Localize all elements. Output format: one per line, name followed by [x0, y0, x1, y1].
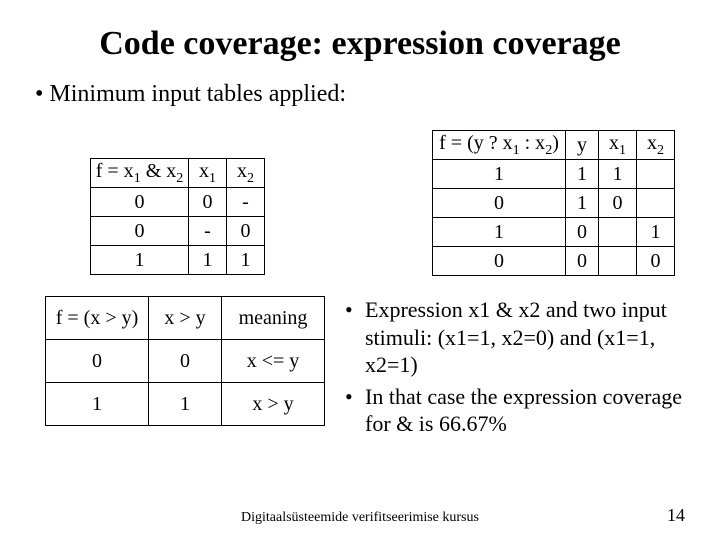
main-bullet: • Minimum input tables applied: [35, 81, 685, 108]
t2-h4: x2 [637, 131, 675, 160]
tables-row: f = x1 & x2 x1 x2 0 0 - 0 - 0 1 1 1 [35, 130, 685, 276]
main-bullet-text: Minimum input tables applied: [49, 81, 346, 107]
bullet-dot: • [345, 383, 365, 438]
t2-h1: f = (y ? x1 : x2) [433, 131, 566, 160]
t2-r2c3: 0 [599, 189, 637, 218]
t1-r1c1: 0 [91, 188, 189, 217]
t1-r3c1: 1 [91, 246, 189, 275]
t2-h2: y [566, 131, 599, 160]
t2-r3c4: 1 [637, 218, 675, 247]
t3-r2c1: 1 [46, 383, 149, 426]
t3-r1c2: 0 [149, 340, 222, 383]
t1-r1c3: - [227, 188, 265, 217]
explanation-bullets: • Expression x1 & x2 and two input stimu… [345, 296, 685, 442]
t1-r2c1: 0 [91, 217, 189, 246]
table-compare: f = (x > y) x > y meaning 0 0 x <= y 1 1… [45, 296, 325, 426]
t3-h3: meaning [222, 297, 325, 340]
t2-h3: x1 [599, 131, 637, 160]
t2-r1c2: 1 [566, 160, 599, 189]
t1-r1c2: 0 [189, 188, 227, 217]
footer-text: Digitaalsüsteemide verifitseerimise kurs… [0, 510, 720, 526]
t1-r3c3: 1 [227, 246, 265, 275]
lower-row: f = (x > y) x > y meaning 0 0 x <= y 1 1… [35, 296, 685, 442]
t2-r1c3: 1 [599, 160, 637, 189]
t3-h1: f = (x > y) [46, 297, 149, 340]
t3-r1c1: 0 [46, 340, 149, 383]
t2-r4c2: 0 [566, 247, 599, 276]
t2-r4c4: 0 [637, 247, 675, 276]
table-and: f = x1 & x2 x1 x2 0 0 - 0 - 0 1 1 1 [90, 158, 265, 275]
t2-r4c3 [599, 247, 637, 276]
t2-r3c1: 1 [433, 218, 566, 247]
t2-r3c3 [599, 218, 637, 247]
t3-h2: x > y [149, 297, 222, 340]
bullet-dot: • [345, 296, 365, 379]
t2-r1c1: 1 [433, 160, 566, 189]
t3-r2c2: 1 [149, 383, 222, 426]
t1-h3: x2 [227, 159, 265, 188]
t2-r2c2: 1 [566, 189, 599, 218]
t1-r3c2: 1 [189, 246, 227, 275]
slide-title: Code coverage: expression coverage [35, 25, 685, 63]
t1-r2c2: - [189, 217, 227, 246]
t1-r2c3: 0 [227, 217, 265, 246]
exp-bullet-2: In that case the expression coverage for… [365, 383, 685, 438]
exp-bullet-1: Expression x1 & x2 and two input stimuli… [365, 296, 685, 379]
t1-h1: f = x1 & x2 [91, 159, 189, 188]
t3-r1c3: x <= y [222, 340, 325, 383]
t2-r2c1: 0 [433, 189, 566, 218]
page-number: 14 [667, 505, 685, 526]
t2-r2c4 [637, 189, 675, 218]
t3-r2c3: x > y [222, 383, 325, 426]
t2-r4c1: 0 [433, 247, 566, 276]
t2-r3c2: 0 [566, 218, 599, 247]
t1-h2: x1 [189, 159, 227, 188]
table-ternary: f = (y ? x1 : x2) y x1 x2 1 1 1 0 1 0 1 … [432, 130, 675, 276]
t2-r1c4 [637, 160, 675, 189]
